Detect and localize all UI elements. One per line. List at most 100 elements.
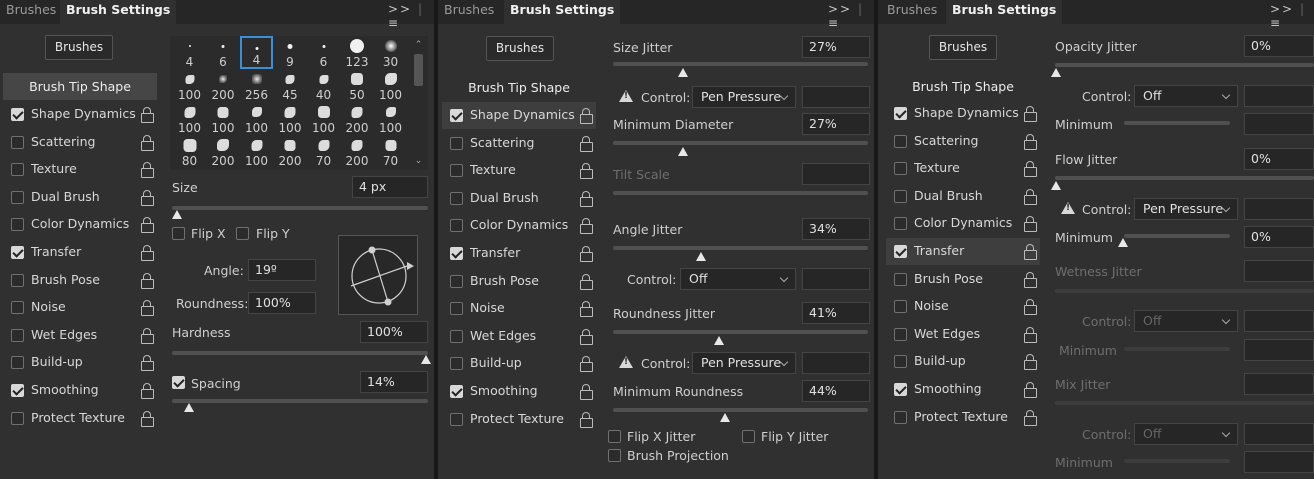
size-control-select[interactable]: Pen Pressure [692, 86, 796, 108]
lock-icon[interactable] [141, 300, 154, 316]
brush-preset[interactable]: 100 [173, 102, 206, 135]
tab-brushes[interactable]: Brushes [881, 0, 943, 24]
lock-icon[interactable] [1024, 410, 1037, 426]
sidebar-item-color-dynamics[interactable]: Color Dynamics [886, 210, 1040, 237]
wetness-jitter-slider[interactable] [1055, 289, 1314, 293]
lock-icon[interactable] [580, 356, 593, 372]
sidebar-item-noise[interactable]: Noise [886, 293, 1040, 320]
wet-edges-checkbox[interactable] [894, 328, 907, 341]
flow-jitter-thumb[interactable] [1051, 181, 1061, 190]
brush-pose-checkbox[interactable] [11, 274, 24, 287]
smoothing-checkbox[interactable] [894, 383, 907, 396]
sidebar-item-protect-texture[interactable]: Protect Texture [886, 404, 1040, 431]
wetness-control-select[interactable]: Off [1134, 310, 1238, 332]
brushes-button[interactable]: Brushes [929, 35, 997, 60]
wet-edges-checkbox[interactable] [450, 330, 463, 343]
min-roundness-thumb[interactable] [720, 413, 730, 422]
brush-preset[interactable]: 200 [274, 135, 307, 168]
transfer-checkbox[interactable] [894, 245, 907, 258]
mix-minimum-slider[interactable] [1124, 459, 1230, 463]
smoothing-checkbox[interactable] [450, 385, 463, 398]
brush-preset[interactable]: 100 [207, 102, 240, 135]
transfer-checkbox[interactable] [450, 247, 463, 260]
brush-preset[interactable]: 256 [240, 69, 273, 102]
lock-icon[interactable] [141, 190, 154, 206]
sidebar-item-protect-texture[interactable]: Protect Texture [442, 406, 596, 433]
sidebar-item-color-dynamics[interactable]: Color Dynamics [442, 212, 596, 239]
dual-brush-checkbox[interactable] [894, 190, 907, 203]
roundness-jitter-slider[interactable] [613, 330, 868, 334]
hardness-slider-thumb[interactable] [421, 355, 431, 364]
dual-brush-checkbox[interactable] [450, 192, 463, 205]
scattering-checkbox[interactable] [894, 135, 907, 148]
lock-icon[interactable] [1024, 244, 1037, 260]
sidebar-item-texture[interactable]: Texture [3, 156, 157, 183]
hardness-slider[interactable] [172, 351, 428, 355]
lock-icon[interactable] [580, 191, 593, 207]
brush-preset[interactable]: 100 [240, 102, 273, 135]
size-jitter-thumb[interactable] [678, 68, 688, 77]
shape-dynamics-checkbox[interactable] [894, 107, 907, 120]
brush-preset[interactable]: 6 [307, 36, 340, 69]
angle-control-field[interactable] [802, 268, 870, 290]
menu-icon[interactable]: ≡ [828, 16, 840, 30]
size-slider-thumb[interactable] [172, 210, 182, 219]
sidebar-item-dual-brush[interactable]: Dual Brush [886, 183, 1040, 210]
lock-icon[interactable] [580, 301, 593, 317]
sidebar-item-shape-dynamics[interactable]: Shape Dynamics [886, 100, 1040, 127]
lock-icon[interactable] [1024, 299, 1037, 315]
sidebar-item-texture[interactable]: Texture [886, 155, 1040, 182]
sidebar-item-build-up[interactable]: Build-up [442, 350, 596, 377]
flow-minimum-field[interactable]: 0% [1244, 226, 1314, 248]
roundness-control-field[interactable] [802, 352, 870, 374]
scroll-down-icon[interactable]: ⌄ [412, 156, 425, 166]
scroll-up-icon[interactable]: ⌃ [412, 40, 425, 50]
collapse-icon[interactable]: >> [1270, 2, 1294, 16]
brush-preset[interactable]: 100 [240, 135, 273, 168]
sidebar-item-noise[interactable]: Noise [3, 294, 157, 321]
protect-texture-checkbox[interactable] [894, 411, 907, 424]
opacity-jitter-slider[interactable] [1055, 63, 1314, 67]
brush-tip-shape-item[interactable]: Brush Tip Shape [886, 73, 1040, 100]
brush-preset[interactable]: 100 [307, 102, 340, 135]
flow-control-field[interactable] [1244, 198, 1314, 220]
preset-scrollbar[interactable]: ⌃ ⌄ [412, 40, 425, 166]
brush-preset[interactable]: 4 [173, 36, 206, 69]
lock-icon[interactable] [1024, 272, 1037, 288]
lock-icon[interactable] [580, 384, 593, 400]
smoothing-checkbox[interactable] [11, 384, 24, 397]
brush-preset[interactable]: 123 [341, 36, 374, 69]
shape-dynamics-checkbox[interactable] [450, 109, 463, 122]
lock-icon[interactable] [1024, 382, 1037, 398]
opacity-jitter-thumb[interactable] [1051, 68, 1061, 77]
wet-edges-checkbox[interactable] [11, 329, 24, 342]
brush-preset[interactable]: 6 [207, 36, 240, 69]
min-diameter-slider[interactable] [613, 141, 868, 145]
flow-minimum-thumb[interactable] [1118, 238, 1128, 247]
lock-icon[interactable] [580, 136, 593, 152]
brush-preset[interactable]: 200 [341, 102, 374, 135]
brush-preset[interactable]: 100 [274, 102, 307, 135]
color-dynamics-checkbox[interactable] [450, 219, 463, 232]
lock-icon[interactable] [141, 162, 154, 178]
sidebar-item-transfer[interactable]: Transfer [886, 238, 1040, 265]
sidebar-item-brush-pose[interactable]: Brush Pose [442, 268, 596, 295]
opacity-minimum-slider[interactable] [1124, 121, 1230, 125]
lock-icon[interactable] [1024, 216, 1037, 232]
brush-preset[interactable]: 40 [307, 69, 340, 102]
mix-jitter-slider[interactable] [1055, 401, 1314, 405]
lock-icon[interactable] [141, 411, 154, 427]
tab-brush-settings[interactable]: Brush Settings [60, 0, 177, 24]
sidebar-item-noise[interactable]: Noise [442, 295, 596, 322]
menu-icon[interactable]: ≡ [1270, 16, 1282, 30]
collapse-icon[interactable]: >> [388, 2, 412, 16]
lock-icon[interactable] [580, 246, 593, 262]
mix-control-field[interactable] [1244, 423, 1314, 445]
lock-icon[interactable] [1024, 189, 1037, 205]
noise-checkbox[interactable] [11, 301, 24, 314]
opacity-minimum-field[interactable] [1244, 113, 1314, 135]
collapse-icon[interactable]: >> [828, 2, 852, 16]
brush-tip-shape-item[interactable]: Brush Tip Shape [442, 74, 596, 101]
brush-projection-checkbox[interactable] [608, 449, 621, 462]
angle-dial-icon[interactable] [339, 236, 419, 316]
